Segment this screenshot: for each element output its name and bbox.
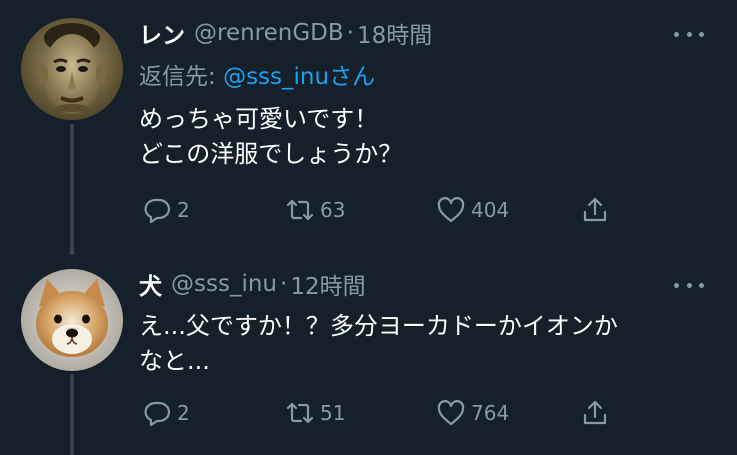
user-handle[interactable]: @sss_inu xyxy=(171,271,277,297)
face-illustration-avatar-icon xyxy=(21,18,123,120)
more-options-icon[interactable] xyxy=(674,24,704,44)
share-button[interactable] xyxy=(580,195,610,225)
tweet-actions: 2 63 404 xyxy=(139,195,639,225)
replying-to: 返信先: @sss_inuさん xyxy=(139,57,375,91)
share-icon xyxy=(583,400,607,425)
retweet-count: 51 xyxy=(320,401,346,425)
share-button[interactable] xyxy=(580,398,610,428)
tweet-text-line: めっちゃ可愛いです！ xyxy=(139,105,379,133)
reply-icon xyxy=(144,401,171,427)
reply-count: 2 xyxy=(177,401,190,425)
tweet[interactable]: 犬 @sss_inu · 12時間 え...父ですか！？多分ヨーカドーかイオンか… xyxy=(0,255,737,455)
retweet-icon xyxy=(286,402,314,424)
display-name[interactable]: レン xyxy=(139,16,185,50)
shiba-dog-avatar-icon xyxy=(21,269,123,371)
separator-dot: · xyxy=(280,271,288,297)
reply-to-suffix: さん xyxy=(329,64,376,90)
thread-connector-line xyxy=(70,124,74,255)
like-icon xyxy=(437,197,465,223)
separator-dot: · xyxy=(346,20,354,46)
tweet-text: めっちゃ可愛いです！ どこの洋服でしょうか？ xyxy=(139,102,699,172)
like-button[interactable]: 404 xyxy=(436,195,509,225)
reply-to-prefix: 返信先: xyxy=(139,64,224,90)
reply-to-mention-link[interactable]: @sss_inu xyxy=(223,64,329,90)
retweet-button[interactable]: 51 xyxy=(285,398,345,428)
user-handle[interactable]: @renrenGDB xyxy=(194,20,344,46)
share-icon xyxy=(583,197,607,222)
retweet-count: 63 xyxy=(320,198,346,222)
avatar[interactable] xyxy=(21,18,123,120)
more-options-icon[interactable] xyxy=(674,275,704,295)
tweet-text-line: え...父ですか！？多分ヨーカドーかイオンか xyxy=(139,312,618,340)
like-icon xyxy=(437,400,465,426)
retweet-button[interactable]: 63 xyxy=(285,195,345,225)
reply-button[interactable]: 2 xyxy=(142,195,190,225)
tweet-header: 犬 @sss_inu · 12時間 xyxy=(139,267,366,301)
timestamp[interactable]: 12時間 xyxy=(290,267,365,301)
tweet-text-line: なと... xyxy=(139,347,210,375)
thread-connector-line xyxy=(70,374,74,455)
reply-button[interactable]: 2 xyxy=(142,398,190,428)
display-name[interactable]: 犬 xyxy=(139,267,162,301)
tweet-text: え...父ですか！？多分ヨーカドーかイオンか なと... xyxy=(139,309,699,379)
tweet-actions: 2 51 764 xyxy=(139,398,639,428)
retweet-icon xyxy=(286,199,314,221)
avatar[interactable] xyxy=(21,269,123,371)
reply-icon xyxy=(144,198,171,224)
timestamp[interactable]: 18時間 xyxy=(357,16,432,50)
tweet[interactable]: レン @renrenGDB · 18時間 返信先: @sss_inuさん めっち… xyxy=(0,0,737,255)
tweet-header: レン @renrenGDB · 18時間 xyxy=(139,16,432,50)
like-count: 764 xyxy=(471,401,510,425)
reply-count: 2 xyxy=(177,198,190,222)
tweet-text-line: どこの洋服でしょうか？ xyxy=(139,140,403,168)
like-button[interactable]: 764 xyxy=(436,398,509,428)
like-count: 404 xyxy=(471,198,510,222)
